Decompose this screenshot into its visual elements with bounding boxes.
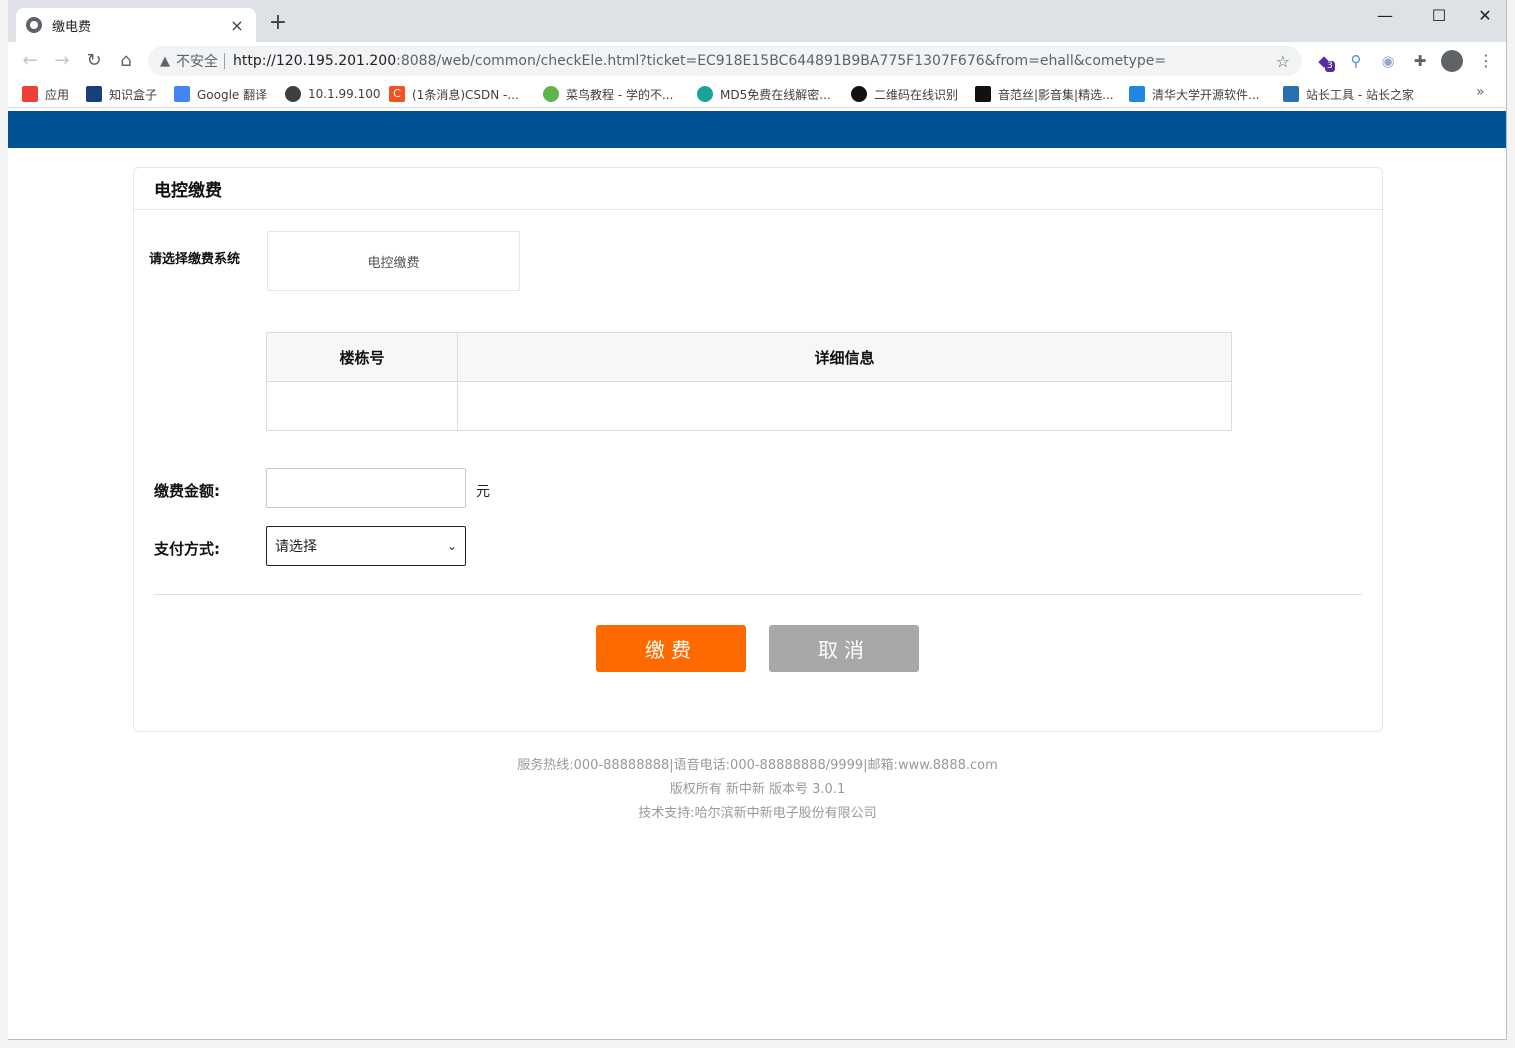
url-text[interactable]: http://120.195.201.200:8088/web/common/c… <box>233 53 1276 69</box>
payment-card: 电控缴费 请选择缴费系统 电控缴费 楼栋号 详细信息 缴费金额: 元 支付方式:… <box>133 167 1383 732</box>
book-icon <box>86 86 102 102</box>
payment-method-select[interactable]: 请选择 ⌄ <box>266 526 466 566</box>
card-header: 电控缴费 <box>134 168 1382 210</box>
bookmarks-overflow-icon[interactable]: » <box>1476 84 1485 100</box>
bookmark-label: 二维码在线识别 <box>874 87 959 102</box>
payment-method-label: 支付方式: <box>154 540 220 558</box>
bookmark-label: Google 翻译 <box>197 87 268 102</box>
bookmark-item[interactable]: Google 翻译 <box>174 84 267 104</box>
chinaz-icon <box>1283 86 1299 102</box>
bookmark-label: 知识盒子 <box>109 87 158 102</box>
footer: 服务热线:000-88888888|语音电话:000-88888888/9999… <box>8 754 1506 826</box>
grid-icon <box>975 86 991 102</box>
table-header-row: 楼栋号 详细信息 <box>266 332 1232 382</box>
minimize-button[interactable]: — <box>1362 4 1408 28</box>
footer-copyright: 版权所有 新中新 版本号 3.0.1 <box>669 782 846 797</box>
table-row[interactable] <box>266 381 1232 431</box>
header-bar <box>8 111 1506 148</box>
bookmark-item[interactable]: 知识盒子 <box>86 84 157 104</box>
maximize-button[interactable]: ☐ <box>1416 4 1462 28</box>
browser-menu-icon[interactable]: ⋮ <box>1476 51 1496 71</box>
bookmark-label: 清华大学开源软件... <box>1152 87 1260 102</box>
back-arrow-icon[interactable]: ← <box>18 49 42 73</box>
desktop-backdrop-right <box>1507 0 1515 1048</box>
address-separator <box>224 53 225 69</box>
extensions-puzzle-icon[interactable]: ✚ <box>1410 51 1430 71</box>
form-divider <box>154 594 1362 595</box>
page-content: 电控缴费 请选择缴费系统 电控缴费 楼栋号 详细信息 缴费金额: 元 支付方式:… <box>8 111 1506 1039</box>
security-label[interactable]: 不安全 <box>176 51 218 71</box>
table-cell-details <box>457 381 1232 431</box>
profile-avatar-icon[interactable] <box>1441 50 1463 72</box>
reload-icon[interactable]: ↻ <box>82 49 106 73</box>
new-tab-button[interactable]: + <box>266 12 290 36</box>
bookmark-label: 菜鸟教程 - 学的不... <box>566 87 674 102</box>
bookmark-item[interactable]: 音范丝|影音集|精选... <box>975 84 1114 104</box>
system-select-label: 请选择缴费系统 <box>149 252 241 267</box>
extension-eye-icon[interactable]: ◉ <box>1378 51 1398 71</box>
globe-icon <box>26 17 42 33</box>
bookmarks-bar: 应用 知识盒子 Google 翻译 10.1.99.100 C (1条消息)CSD… <box>8 80 1506 108</box>
qrcode-icon <box>851 86 867 102</box>
system-option-electric[interactable]: 电控缴费 <box>267 231 520 291</box>
table-cell-building <box>266 381 458 431</box>
footer-contact: 服务热线:000-88888888|语音电话:000-88888888/9999… <box>517 758 998 773</box>
bookmark-label: (1条消息)CSDN -... <box>412 87 519 102</box>
address-bar[interactable]: ▲ 不安全 http://120.195.201.200:8088/web/co… <box>148 46 1302 76</box>
tsinghua-icon <box>1129 86 1145 102</box>
page-title: 电控缴费 <box>154 181 222 201</box>
tab-active[interactable]: 缴电费 × <box>16 8 256 42</box>
bookmark-label: 站长工具 - 站长之家 <box>1306 87 1414 102</box>
column-header-building: 楼栋号 <box>266 332 458 382</box>
bookmark-item[interactable]: 清华大学开源软件... <box>1129 84 1259 104</box>
desktop-backdrop-bottom <box>0 1040 1515 1048</box>
desktop-backdrop-left <box>0 0 8 1048</box>
bookmark-item[interactable]: 二维码在线识别 <box>851 84 958 104</box>
bookmark-star-icon[interactable]: ☆ <box>1276 52 1290 71</box>
browser-toolbar: ← → ↻ ⌂ ▲ 不安全 http://120.195.201.200:808… <box>8 42 1506 80</box>
apps-grid-icon <box>22 86 38 102</box>
amount-unit: 元 <box>476 484 490 500</box>
tab-strip: 缴电费 × + — ☐ ✕ <box>8 0 1506 42</box>
google-translate-icon <box>174 86 190 102</box>
bookmark-label: 10.1.99.100 <box>308 87 381 101</box>
extension-badge: 3 <box>1325 61 1335 72</box>
pay-button[interactable]: 缴费 <box>596 625 746 672</box>
extension-pin-icon[interactable]: ⚲ <box>1346 51 1366 71</box>
home-icon[interactable]: ⌂ <box>114 49 138 73</box>
url-host: http://120.195.201.200 <box>233 53 397 69</box>
browser-window: 缴电费 × + — ☐ ✕ ← → ↻ ⌂ ▲ 不安全 http://120.1… <box>8 0 1507 1040</box>
bookmark-item[interactable]: 菜鸟教程 - 学的不... <box>543 84 673 104</box>
close-window-button[interactable]: ✕ <box>1462 4 1506 28</box>
bookmark-label: MD5免费在线解密... <box>720 87 831 102</box>
url-path: :8088/web/common/checkEle.html?ticket=EC… <box>396 53 1167 69</box>
amount-label: 缴费金额: <box>154 482 220 500</box>
chevron-down-icon: ⌄ <box>446 539 457 553</box>
amount-input[interactable] <box>266 468 466 508</box>
bookmark-label: 音范丝|影音集|精选... <box>998 87 1114 102</box>
md5-icon <box>697 86 713 102</box>
building-table: 楼栋号 详细信息 <box>266 332 1232 431</box>
forward-arrow-icon[interactable]: → <box>50 49 74 73</box>
close-tab-icon[interactable]: × <box>228 16 246 35</box>
runoob-icon <box>543 86 559 102</box>
bookmark-label: 应用 <box>45 87 70 102</box>
bookmark-item[interactable]: 应用 <box>22 84 69 104</box>
column-header-details: 详细信息 <box>457 332 1232 382</box>
warning-icon: ▲ <box>160 53 170 69</box>
bookmark-item[interactable]: 站长工具 - 站长之家 <box>1283 84 1414 104</box>
bookmark-item[interactable]: C (1条消息)CSDN -... <box>389 84 519 104</box>
tab-title: 缴电费 <box>52 19 92 35</box>
bookmark-item[interactable]: MD5免费在线解密... <box>697 84 831 104</box>
csdn-icon: C <box>389 86 405 102</box>
extension-hat-icon[interactable]: ◆ 3 <box>1314 51 1335 72</box>
payment-method-value: 请选择 <box>275 539 317 555</box>
globe-icon <box>285 86 301 102</box>
footer-support: 技术支持:哈尔滨新中新电子股份有限公司 <box>638 806 877 821</box>
bookmark-item[interactable]: 10.1.99.100 <box>285 84 381 104</box>
cancel-button[interactable]: 取消 <box>769 625 919 672</box>
